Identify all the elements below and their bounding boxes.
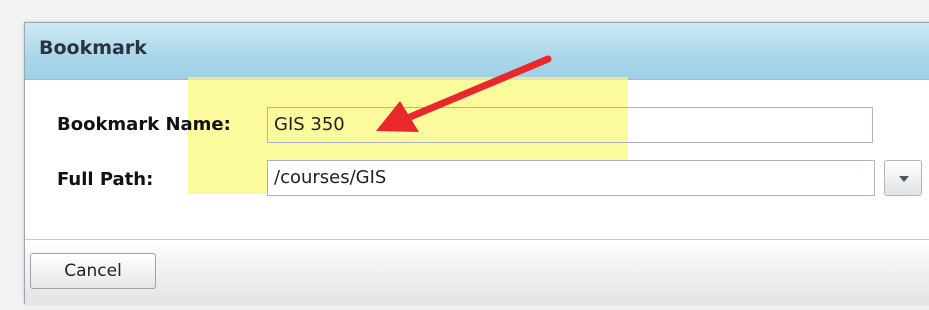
full-path-input[interactable]: /courses/GIS (267, 160, 875, 196)
dialog-title-bar: Bookmark (25, 23, 929, 80)
bookmark-name-input[interactable]: GIS 350 (267, 107, 873, 143)
bookmark-dialog: Bookmark Bookmark Name: GIS 350 Full Pat… (24, 22, 929, 304)
dialog-title: Bookmark (39, 37, 147, 59)
full-path-label: Full Path: (57, 169, 154, 190)
cancel-button[interactable]: Cancel (30, 253, 156, 289)
dialog-footer: Cancel (25, 239, 929, 304)
chevron-down-icon (899, 176, 909, 182)
screenshot-frame: Bookmark Bookmark Name: GIS 350 Full Pat… (0, 0, 929, 310)
path-dropdown-button[interactable] (884, 160, 922, 196)
bookmark-name-label: Bookmark Name: (57, 114, 231, 135)
